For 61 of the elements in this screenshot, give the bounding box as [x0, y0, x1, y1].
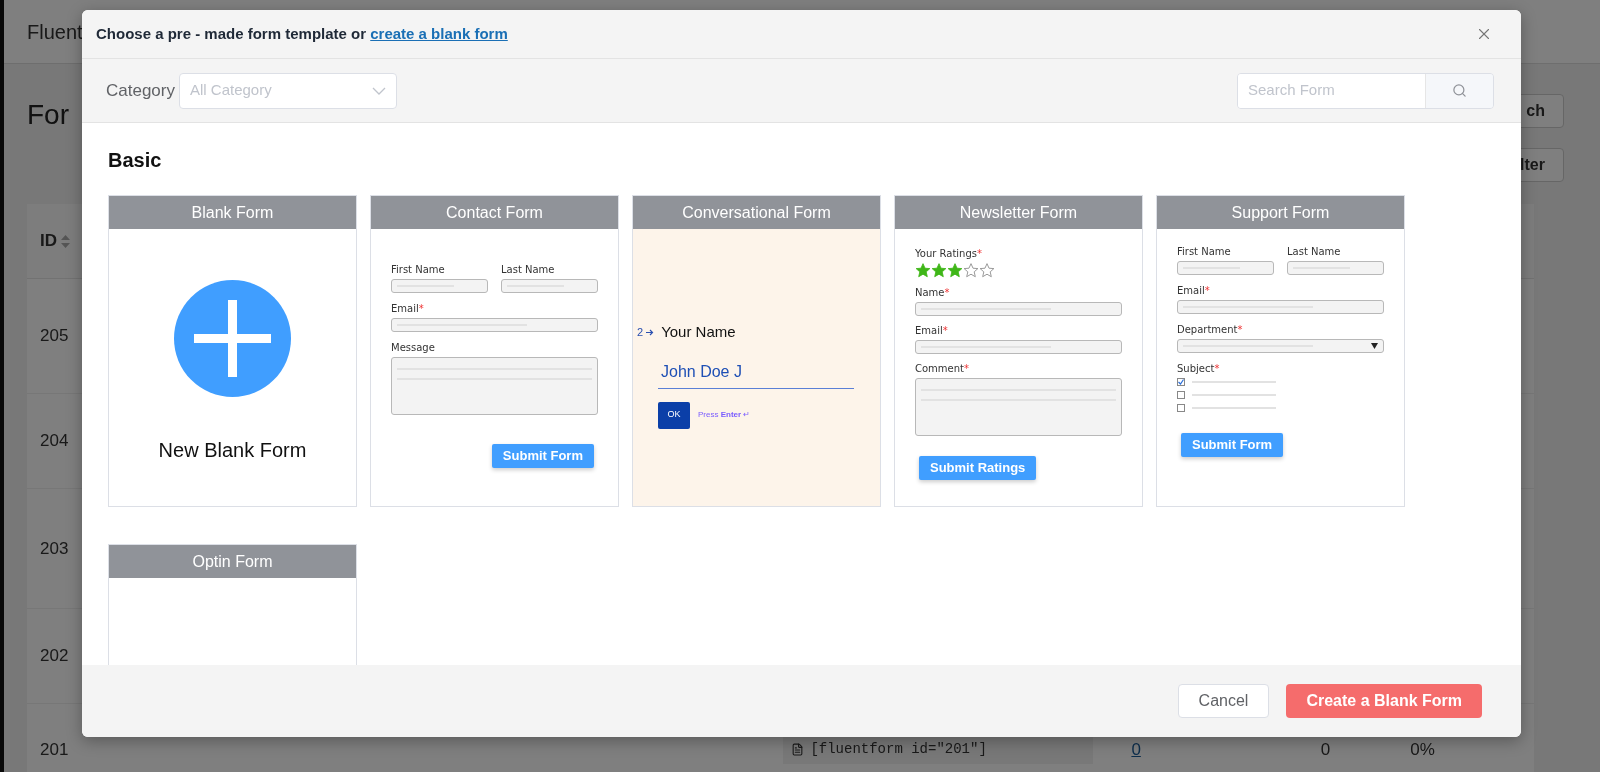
- dropdown-triangle-icon: [1371, 343, 1378, 349]
- chevron-down-icon: [372, 86, 386, 95]
- card-header: Support Form: [1157, 196, 1404, 229]
- section-heading: Basic: [108, 148, 163, 173]
- card-header: Newsletter Form: [895, 196, 1142, 229]
- table-cell-text: 202: [40, 645, 69, 668]
- create-blank-form-link[interactable]: create a blank form: [370, 24, 508, 42]
- press-enter-hint: Press Enter ↵: [698, 409, 751, 421]
- question-number: 2: [637, 325, 644, 340]
- sort-icon[interactable]: [61, 234, 70, 248]
- field-label: Name*: [915, 286, 951, 300]
- card-header: Conversational Form: [633, 196, 880, 229]
- new-blank-form-label: New Blank Form: [158, 438, 307, 463]
- field-label: Email*: [1177, 284, 1211, 298]
- table-cell-text: 0: [1320, 738, 1331, 761]
- field-label: Last Name: [1287, 245, 1342, 259]
- brand-name: Fluent: [27, 19, 83, 45]
- dialog-title: Choose a pre - made form template or create a blank form: [96, 23, 508, 44]
- table-cell-text: 204: [40, 430, 69, 453]
- submit-button: Submit Form: [1181, 433, 1284, 457]
- template-card[interactable]: Contact Form First Name Last Name Email* Message Submit Form: [370, 195, 619, 507]
- field-label: Email*: [391, 302, 425, 316]
- document-icon: [791, 743, 805, 756]
- table-cell-text: 0%: [1410, 738, 1435, 761]
- template-card[interactable]: Conversational Form 2 Your Name John Doe J OK Press Enter ↵: [632, 195, 881, 507]
- field-label: First Name: [391, 263, 446, 277]
- submit-button: Submit Form: [491, 444, 594, 468]
- card-header: Blank Form: [109, 196, 356, 229]
- card-header: Optin Form: [109, 545, 356, 578]
- field-label: Email*: [915, 324, 949, 338]
- ok-button: OK: [658, 401, 690, 429]
- field-label: First Name: [1177, 245, 1232, 259]
- template-card[interactable]: Support Form First Name Last Name Email* Department* Subject* Submit Form: [1156, 195, 1405, 507]
- page-heading: For: [27, 98, 69, 132]
- category-label: Category: [106, 79, 175, 102]
- table-cell-text: 203: [40, 537, 69, 560]
- table-cell-text: 201: [40, 738, 69, 761]
- star-icon: [915, 263, 931, 278]
- table-cell-text: 205: [40, 325, 69, 348]
- field-label: Message: [391, 341, 436, 355]
- column-header[interactable]: ID: [40, 228, 57, 254]
- field-label: Comment*: [915, 362, 970, 376]
- template-card[interactable]: Newsletter Form Your Ratings* Name* Email* Comment* Submit Ratings: [894, 195, 1143, 507]
- plus-circle-icon: [174, 280, 291, 397]
- star-icon: [963, 263, 979, 278]
- star-icon: [931, 263, 947, 278]
- template-card[interactable]: Blank Form New Blank Form: [108, 195, 357, 507]
- field-label: Last Name: [501, 263, 556, 277]
- star-icon: [979, 263, 995, 278]
- field-label: Department*: [1177, 323, 1244, 337]
- entries-link[interactable]: 0: [1131, 736, 1141, 763]
- question-label: Your Name: [661, 322, 736, 342]
- card-header: Contact Form: [371, 196, 618, 229]
- shortcode-text: [fluentform id="201"]: [810, 740, 987, 759]
- field-label: Your Ratings*: [915, 247, 983, 261]
- arrow-right-icon: [646, 328, 655, 336]
- field-label: Subject*: [1177, 362, 1221, 376]
- cancel-button[interactable]: Cancel: [1177, 684, 1270, 718]
- star-icon: [947, 263, 963, 278]
- submit-button: Submit Ratings: [919, 456, 1037, 480]
- answer-field: John Doe J: [658, 359, 854, 389]
